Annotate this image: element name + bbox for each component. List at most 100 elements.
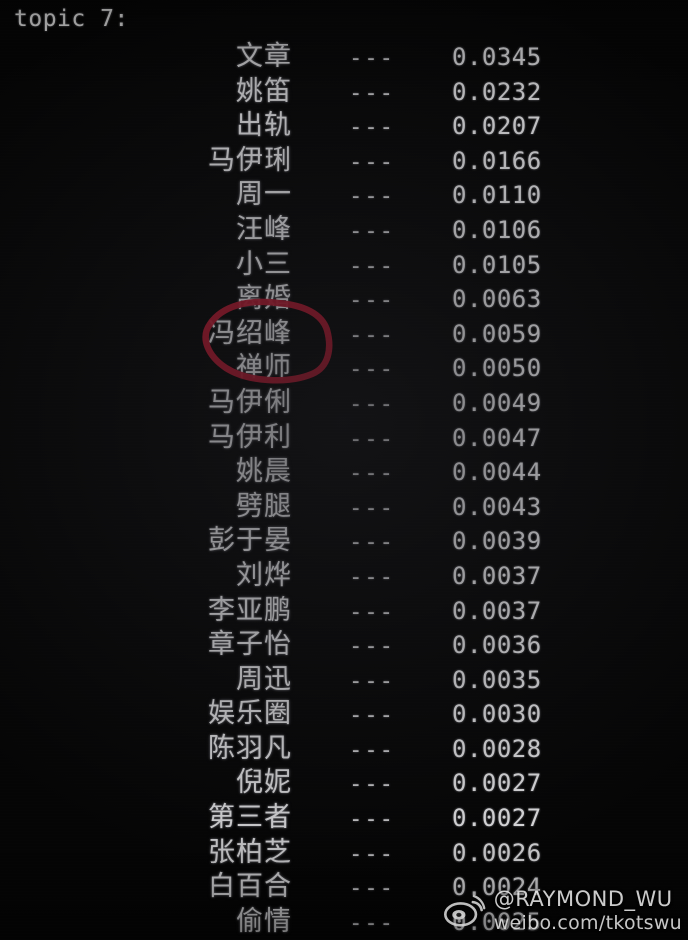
term-label: 娱乐圈 — [208, 698, 292, 730]
term-weight-value: 0.0044 — [452, 458, 542, 487]
separator-dashes: --- — [349, 288, 395, 314]
term-weight-value: 0.0028 — [452, 734, 542, 763]
table-row: 李亚鹏 --- 0.0037 — [0, 588, 688, 626]
separator-dashes: --- — [349, 149, 395, 175]
term-label: 冯绍峰 — [208, 317, 292, 349]
separator-dashes: --- — [349, 703, 395, 729]
table-row: 彭于晏 --- 0.0039 — [0, 518, 688, 556]
term-weight-value: 0.0106 — [452, 215, 542, 244]
term-label: 出轨 — [236, 110, 292, 142]
term-weight-value: 0.0050 — [452, 354, 542, 383]
watermark-text: @RAYMOND_WU weibo.com/tkotswu — [494, 887, 682, 934]
term-label: 马伊琍 — [208, 144, 292, 176]
separator-dashes: --- — [349, 807, 395, 833]
term-weight-value: 0.0026 — [452, 838, 542, 867]
term-weight-value: 0.0037 — [452, 596, 542, 625]
table-row: 马伊利 --- 0.0047 — [0, 415, 688, 453]
term-label: 倪妮 — [236, 767, 292, 799]
table-row: 冯绍峰 --- 0.0059 — [0, 311, 688, 349]
separator-dashes: --- — [349, 184, 395, 210]
weibo-watermark: @RAYMOND_WU weibo.com/tkotswu — [443, 887, 682, 934]
term-label: 偷情 — [236, 905, 292, 937]
separator-dashes: --- — [349, 634, 395, 660]
separator-dashes: --- — [349, 322, 395, 348]
term-label: 姚晨 — [236, 456, 292, 488]
term-label: 离婚 — [236, 283, 292, 315]
term-weight-value: 0.0037 — [452, 561, 542, 590]
separator-dashes: --- — [349, 772, 395, 798]
term-weight-value: 0.0345 — [452, 43, 542, 71]
topic-term-list: 文章 --- 0.0345 姚笛 --- 0.0232 出轨 --- 0.0207 马伊琍 --- 0… — [0, 34, 688, 937]
table-row: 姚晨 --- 0.0044 — [0, 449, 688, 487]
term-label: 白百合 — [208, 871, 292, 903]
table-row: 倪妮 --- 0.0027 — [0, 760, 688, 798]
term-weight-value: 0.0063 — [452, 285, 542, 314]
term-weight-value: 0.0207 — [452, 112, 542, 141]
separator-dashes: --- — [349, 599, 395, 625]
term-weight-value: 0.0105 — [452, 250, 542, 279]
table-row: 离婚 --- 0.0063 — [0, 276, 688, 314]
term-label: 禅师 — [236, 352, 292, 384]
separator-dashes: --- — [349, 426, 395, 452]
term-weight-value: 0.0166 — [452, 146, 542, 175]
table-row: 劈腿 --- 0.0043 — [0, 484, 688, 522]
term-weight-value: 0.0035 — [452, 665, 542, 694]
separator-dashes: --- — [349, 737, 395, 763]
separator-dashes: --- — [349, 841, 395, 867]
term-label: 李亚鹏 — [208, 594, 292, 626]
term-label: 周迅 — [236, 663, 292, 695]
term-weight-value: 0.0043 — [452, 492, 542, 521]
term-label: 第三者 — [208, 802, 292, 834]
term-weight-value: 0.0030 — [452, 700, 542, 729]
separator-dashes: --- — [349, 564, 395, 590]
term-label: 汪峰 — [236, 213, 292, 245]
table-row: 娱乐圈 --- 0.0030 — [0, 691, 688, 729]
table-row: 陈羽凡 --- 0.0028 — [0, 726, 688, 764]
term-label: 马伊俐 — [208, 386, 292, 418]
separator-dashes: --- — [349, 357, 395, 383]
term-label: 章子怡 — [208, 629, 292, 661]
table-row: 章子怡 --- 0.0036 — [0, 622, 688, 660]
table-row: 周迅 --- 0.0035 — [0, 657, 688, 695]
page-title: topic 7: — [14, 6, 129, 32]
table-row: 第三者 --- 0.0027 — [0, 795, 688, 833]
watermark-handle: @RAYMOND_WU — [493, 886, 673, 911]
table-row: 马伊俐 --- 0.0049 — [0, 380, 688, 418]
term-label: 劈腿 — [236, 490, 292, 522]
weibo-logo-icon — [443, 895, 486, 928]
separator-dashes: --- — [349, 80, 395, 106]
separator-dashes: --- — [349, 218, 395, 244]
term-weight-value: 0.0049 — [452, 388, 542, 417]
table-row: 禅师 --- 0.0050 — [0, 345, 688, 383]
separator-dashes: --- — [349, 253, 395, 279]
term-weight-value: 0.0039 — [452, 527, 542, 556]
separator-dashes: --- — [349, 668, 395, 694]
term-label: 刘烨 — [236, 559, 292, 591]
table-row: 马伊琍 --- 0.0166 — [0, 138, 688, 176]
separator-dashes: --- — [349, 495, 395, 521]
terminal-screenshot: topic 7: 文章 --- 0.0345 姚笛 --- 0.0232 出轨 --- 0.02… — [0, 0, 688, 940]
table-row: 文章 --- 0.0345 — [0, 34, 688, 72]
watermark-url: weibo.com/tkotswu — [493, 911, 682, 934]
separator-dashes: --- — [349, 910, 395, 936]
separator-dashes: --- — [349, 46, 395, 71]
table-row: 刘烨 --- 0.0037 — [0, 553, 688, 591]
table-row: 出轨 --- 0.0207 — [0, 103, 688, 141]
separator-dashes: --- — [349, 461, 395, 487]
separator-dashes: --- — [349, 876, 395, 902]
table-row: 汪峰 --- 0.0106 — [0, 207, 688, 245]
term-label: 周一 — [236, 179, 292, 211]
table-row: 小三 --- 0.0105 — [0, 242, 688, 280]
term-label: 姚笛 — [236, 75, 292, 107]
term-label: 文章 — [236, 41, 292, 72]
term-label: 陈羽凡 — [208, 732, 292, 764]
separator-dashes: --- — [349, 530, 395, 556]
term-weight-value: 0.0232 — [452, 77, 542, 106]
separator-dashes: --- — [349, 115, 395, 141]
term-weight-value: 0.0027 — [452, 769, 542, 798]
table-row: 张柏芝 --- 0.0026 — [0, 830, 688, 868]
term-label: 张柏芝 — [208, 836, 292, 868]
table-row: 姚笛 --- 0.0232 — [0, 69, 688, 107]
term-label: 彭于晏 — [208, 525, 292, 557]
term-weight-value: 0.0047 — [452, 423, 542, 452]
